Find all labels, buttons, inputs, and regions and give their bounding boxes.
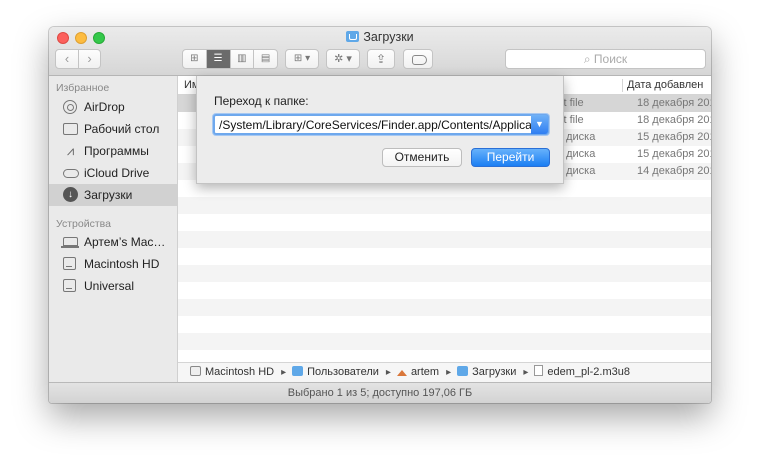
- search-placeholder: Поиск: [593, 52, 628, 66]
- icon-view-button[interactable]: ⊞: [183, 50, 206, 68]
- chevron-right-icon: ▸: [523, 367, 529, 378]
- date-cell: 18 декабря 201: [637, 97, 711, 109]
- folder-icon: [292, 366, 304, 376]
- date-cell: 14 декабря 201: [637, 165, 711, 177]
- applications-icon: ⩘: [66, 143, 75, 158]
- empty-row: [178, 265, 711, 282]
- goto-folder-dialog: Переход к папке: /System/Library/CoreSer…: [196, 76, 564, 184]
- path-item-downloads[interactable]: Загрузки: [457, 363, 516, 382]
- empty-row: [178, 214, 711, 231]
- column-divider: [622, 79, 623, 92]
- folder-icon: [457, 366, 469, 376]
- sidebar-item-airdrop[interactable]: AirDrop: [49, 96, 177, 118]
- date-added-column-header[interactable]: Дата добавлен: [627, 79, 703, 91]
- arrange-button[interactable]: ⊞ ▾: [285, 49, 319, 69]
- sidebar-item-label: Macintosh HD: [84, 257, 160, 271]
- sidebar: Избранное AirDrop Рабочий стол ⩘ Програм…: [49, 76, 178, 382]
- chevron-down-icon[interactable]: ▼: [531, 115, 548, 134]
- disk-icon: [63, 279, 76, 292]
- window-title: Загрузки: [49, 30, 711, 44]
- airdrop-icon: [63, 100, 77, 114]
- downloads-folder-icon: [346, 31, 360, 42]
- back-button[interactable]: ‹: [56, 50, 78, 68]
- navigation-buttons: ‹ ›: [55, 49, 101, 69]
- file-icon: [534, 365, 544, 376]
- sidebar-item-label: Universal: [84, 279, 135, 293]
- title-toolbar: Загрузки ‹ › ⊞ ☰ ▥ ▤ ⊞ ▾ ✲ ▾ ⇪ ⌕ Поиск: [49, 27, 711, 76]
- action-button[interactable]: ✲ ▾: [326, 49, 360, 69]
- desktop-icon: [63, 123, 78, 135]
- path-item-label: edem_pl-2.m3u8: [547, 366, 630, 378]
- goto-folder-label: Переход к папке:: [214, 94, 309, 108]
- date-cell: 15 декабря 201: [637, 131, 711, 143]
- path-item-home[interactable]: artem: [396, 363, 440, 382]
- path-item-label: Macintosh HD: [205, 366, 275, 378]
- path-item-label: Пользователи: [307, 366, 379, 378]
- share-button[interactable]: ⇪: [367, 49, 395, 69]
- finder-window: Загрузки ‹ › ⊞ ☰ ▥ ▤ ⊞ ▾ ✲ ▾ ⇪ ⌕ Поиск Из…: [49, 27, 711, 403]
- sidebar-item-label: Загрузки: [84, 188, 133, 202]
- path-item-label: Загрузки: [472, 366, 517, 378]
- path-bar: Macintosh HD ▸ Пользователи ▸ artem ▸ Загрузки…: [178, 362, 711, 382]
- sidebar-item-applications[interactable]: ⩘ Программы: [49, 140, 177, 162]
- empty-row: [178, 333, 711, 350]
- view-mode-group: ⊞ ☰ ▥ ▤: [182, 49, 278, 69]
- sidebar-item-downloads[interactable]: ↓ Загрузки: [49, 184, 177, 206]
- tag-button[interactable]: [403, 49, 433, 69]
- chevron-right-icon: ▸: [281, 367, 287, 378]
- cloud-icon: [63, 169, 79, 178]
- path-item-macintosh-hd[interactable]: Macintosh HD: [190, 363, 274, 382]
- empty-row: [178, 231, 711, 248]
- search-icon: ⌕: [583, 52, 591, 66]
- status-bar: Выбрано 1 из 5; доступно 197,06 ГБ: [49, 382, 711, 403]
- folder-path-value[interactable]: /System/Library/CoreServices/Finder.app/…: [219, 118, 531, 133]
- path-item-file[interactable]: edem_pl-2.m3u8: [534, 363, 630, 382]
- sidebar-item-label: Рабочий стол: [84, 122, 160, 136]
- sidebar-item-label: Программы: [84, 144, 149, 158]
- disk-icon: [63, 257, 76, 270]
- sidebar-item-label: AirDrop: [84, 100, 125, 114]
- window-title-text: Загрузки: [363, 30, 414, 44]
- folder-path-input[interactable]: /System/Library/CoreServices/Finder.app/…: [213, 114, 549, 135]
- path-item-label: artem: [410, 366, 440, 378]
- go-button[interactable]: Перейти: [471, 148, 550, 167]
- path-item-users[interactable]: Пользователи: [292, 363, 379, 382]
- sidebar-item-icloud[interactable]: iCloud Drive: [49, 162, 177, 184]
- cancel-button[interactable]: Отменить: [382, 148, 462, 167]
- sidebar-item-mac[interactable]: Артем’s Mac…: [49, 231, 177, 253]
- sidebar-item-label: iCloud Drive: [84, 166, 150, 180]
- disk-icon: [190, 366, 201, 376]
- search-input[interactable]: ⌕ Поиск: [505, 49, 706, 69]
- empty-row: [178, 299, 711, 316]
- laptop-icon: [61, 237, 79, 248]
- list-view-button[interactable]: ☰: [205, 50, 230, 68]
- empty-row: [178, 316, 711, 333]
- date-cell: 15 декабря 201: [637, 148, 711, 160]
- sidebar-item-universal[interactable]: Universal: [49, 275, 177, 297]
- chevron-right-icon: ▸: [446, 367, 452, 378]
- home-icon: [396, 370, 407, 376]
- date-cell: 18 декабря 201: [637, 114, 711, 126]
- sidebar-item-label: Артем’s Mac…: [84, 235, 166, 249]
- empty-row: [178, 282, 711, 299]
- downloads-icon: ↓: [63, 187, 78, 202]
- devices-header: Устройства: [56, 218, 111, 230]
- sidebar-item-macintosh-hd[interactable]: Macintosh HD: [49, 253, 177, 275]
- sidebar-item-desktop[interactable]: Рабочий стол: [49, 118, 177, 140]
- cover-flow-button[interactable]: ▤: [253, 50, 277, 68]
- column-view-button[interactable]: ▥: [229, 50, 254, 68]
- forward-button[interactable]: ›: [78, 50, 100, 68]
- empty-row: [178, 197, 711, 214]
- empty-row: [178, 248, 711, 265]
- favorites-header: Избранное: [56, 82, 110, 94]
- chevron-right-icon: ▸: [385, 367, 391, 378]
